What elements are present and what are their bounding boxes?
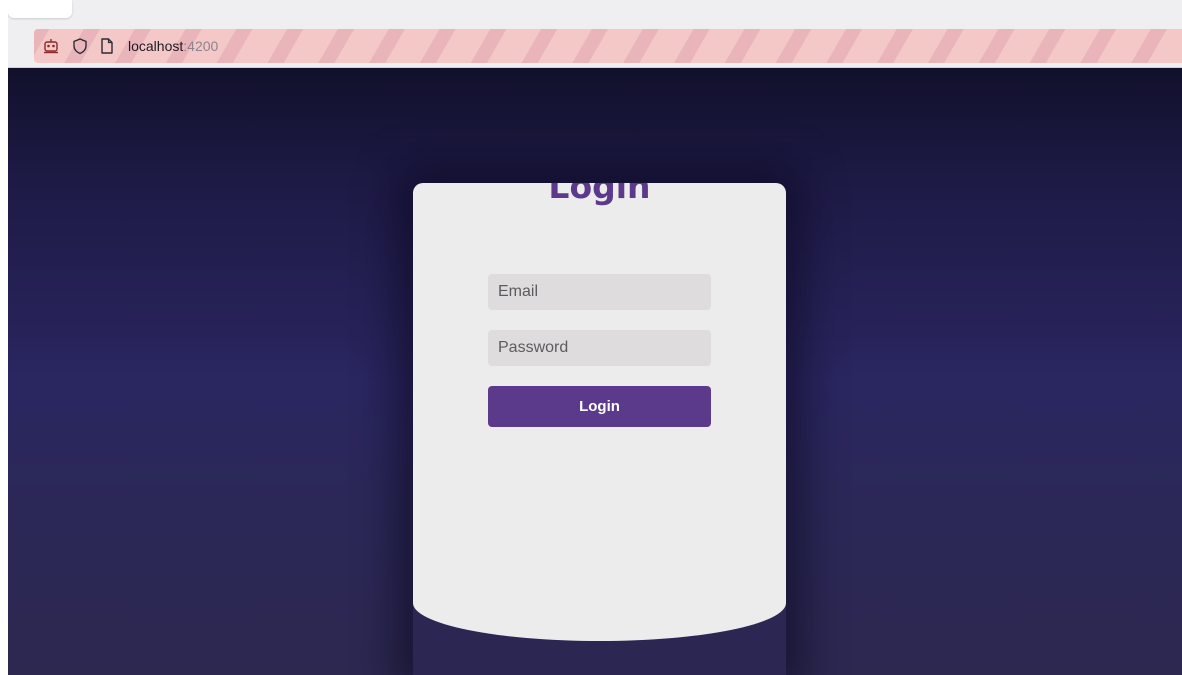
url-port: :4200 [183,38,219,54]
browser-window: localhost:4200 Login Email Password Logi… [8,0,1182,675]
shield-icon[interactable] [72,37,88,55]
browser-tab[interactable] [8,0,72,18]
card-curved-edge [413,565,786,641]
login-button-label: Login [579,398,620,415]
password-placeholder: Password [498,339,569,356]
login-card: Login Email Password Login [413,183,786,675]
login-button[interactable]: Login [488,386,711,427]
url-text[interactable]: localhost:4200 [128,38,218,54]
tab-strip [8,0,1182,22]
address-bar[interactable]: localhost:4200 [34,29,1182,63]
email-field[interactable]: Email [488,274,711,310]
email-placeholder: Email [498,283,539,300]
url-host: localhost [128,38,184,54]
page-title: Login [548,183,651,206]
page-icon [100,37,114,55]
password-field[interactable]: Password [488,330,711,366]
robot-icon[interactable] [42,37,60,55]
page-viewport: Login Email Password Login [8,68,1182,675]
